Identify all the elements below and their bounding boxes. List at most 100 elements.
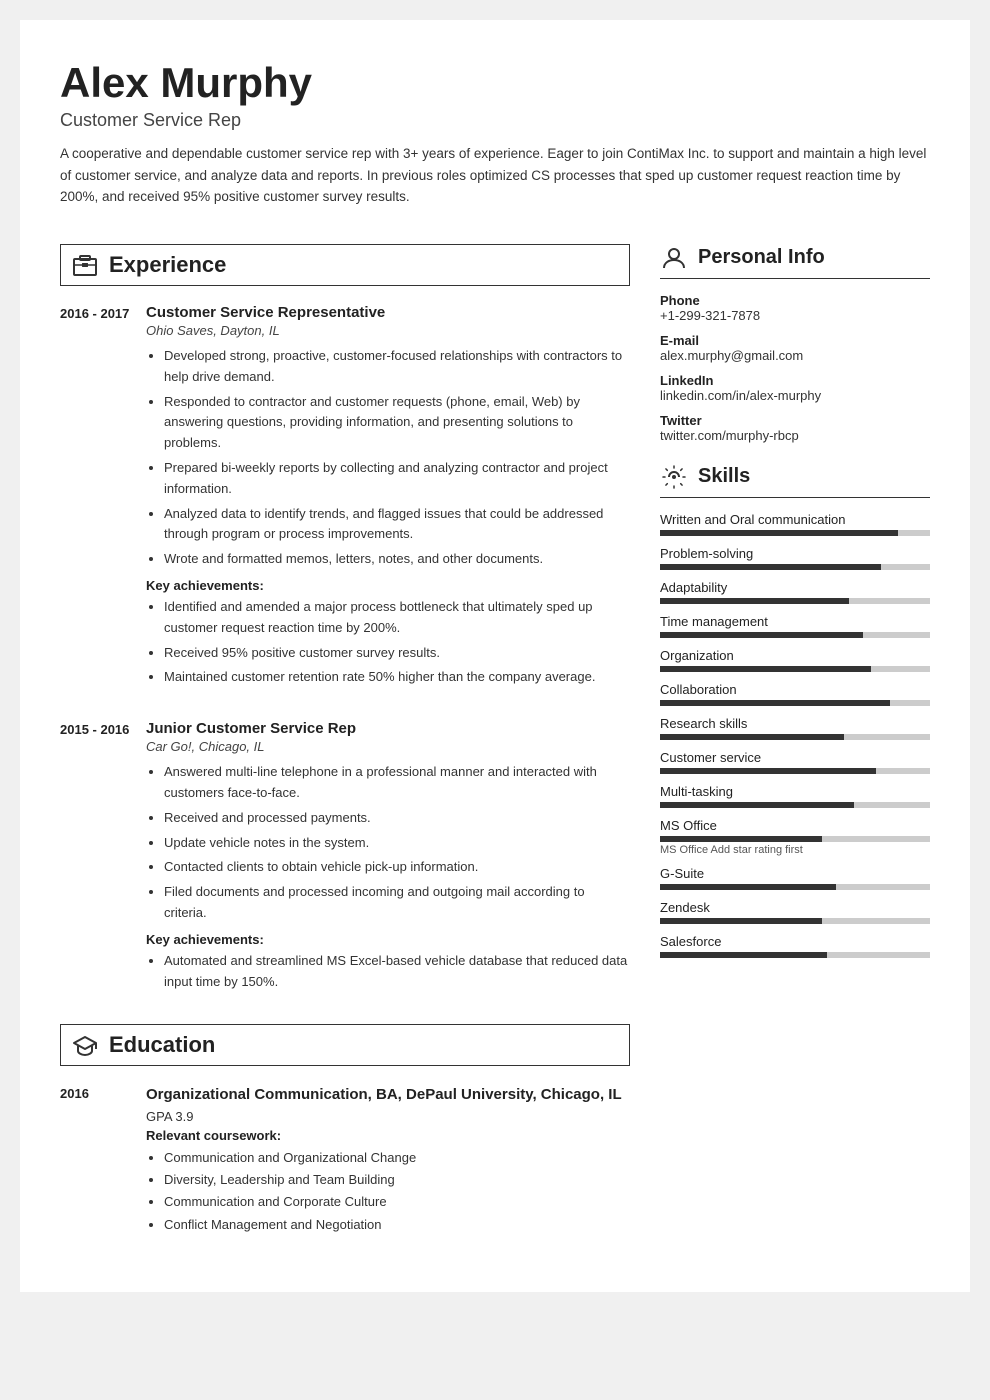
skills-icon [660,463,688,491]
skill-bar-fill-8 [660,802,854,808]
phone-label: Phone [660,293,930,308]
job-title-1: Junior Customer Service Rep [146,720,630,737]
skill-name-11: Zendesk [660,900,930,915]
list-item: Automated and streamlined MS Excel-based… [164,951,630,993]
summary-text: A cooperative and dependable customer se… [60,143,930,208]
achievements-list-0: Identified and amended a major process b… [146,597,630,688]
skill-name-0: Written and Oral communication [660,512,930,527]
main-content: Experience 2016 - 2017Customer Service R… [60,244,930,1252]
skills-header: Skills [660,463,930,498]
education-section-header: Education [60,1024,630,1066]
skill-name-8: Multi-tasking [660,784,930,799]
resume-container: Alex Murphy Customer Service Rep A coope… [20,20,970,1292]
job-bullets-1: Answered multi-line telephone in a profe… [146,762,630,924]
coursework-list-0: Communication and Organizational ChangeD… [146,1147,630,1235]
education-title: Education [109,1032,215,1058]
skill-item-2: Adaptability [660,580,930,604]
left-column: Experience 2016 - 2017Customer Service R… [60,244,630,1252]
list-item: Filed documents and processed incoming a… [164,882,630,924]
list-item: Prepared bi-weekly reports by collecting… [164,458,630,500]
skill-bar-fill-3 [660,632,863,638]
skill-bar-bg-12 [660,952,930,958]
skill-bar-bg-6 [660,734,930,740]
skill-item-6: Research skills [660,716,930,740]
twitter-label: Twitter [660,413,930,428]
job-block-0: 2016 - 2017Customer Service Representati… [60,304,630,696]
list-item: Responded to contractor and customer req… [164,392,630,454]
job-title-0: Customer Service Representative [146,304,630,321]
skill-bar-bg-0 [660,530,930,536]
education-list: 2016Organizational Communication, BA, De… [60,1084,630,1235]
skill-item-9: MS OfficeMS Office Add star rating first [660,818,930,856]
skill-item-7: Customer service [660,750,930,774]
job-details-1: Junior Customer Service Rep Car Go!, Chic… [146,720,630,1000]
skill-item-0: Written and Oral communication [660,512,930,536]
achievements-label-1: Key achievements: [146,932,630,947]
linkedin-value: linkedin.com/in/alex-murphy [660,388,930,403]
skill-item-1: Problem-solving [660,546,930,570]
skill-bar-fill-5 [660,700,890,706]
skill-name-10: G-Suite [660,866,930,881]
job-block-1: 2015 - 2016 Junior Customer Service Rep Ca… [60,720,630,1000]
list-item: Answered multi-line telephone in a profe… [164,762,630,804]
twitter-item: Twitter twitter.com/murphy-rbcp [660,413,930,443]
email-value: alex.murphy@gmail.com [660,348,930,363]
skill-bar-fill-1 [660,564,881,570]
personal-info-header: Personal Info [660,244,930,279]
skill-item-12: Salesforce [660,934,930,958]
job-bullets-0: Developed strong, proactive, customer-fo… [146,346,630,570]
jobs-list: 2016 - 2017Customer Service Representati… [60,304,630,1000]
list-item: Communication and Organizational Change [164,1147,630,1169]
personal-info-title: Personal Info [698,246,825,269]
coursework-label-0: Relevant coursework: [146,1128,630,1143]
experience-title: Experience [109,252,226,278]
skill-bar-bg-11 [660,918,930,924]
skill-bar-bg-1 [660,564,930,570]
list-item: Communication and Corporate Culture [164,1191,630,1213]
skill-bar-bg-7 [660,768,930,774]
achievements-label-0: Key achievements: [146,578,630,593]
email-item: E-mail alex.murphy@gmail.com [660,333,930,363]
linkedin-item: LinkedIn linkedin.com/in/alex-murphy [660,373,930,403]
phone-item: Phone +1-299-321-7878 [660,293,930,323]
skill-item-10: G-Suite [660,866,930,890]
skill-bar-bg-4 [660,666,930,672]
skill-bar-fill-9 [660,836,822,842]
education-icon [71,1031,99,1059]
skill-bar-bg-10 [660,884,930,890]
list-item: Update vehicle notes in the system. [164,833,630,854]
skill-name-7: Customer service [660,750,930,765]
email-label: E-mail [660,333,930,348]
list-item: Identified and amended a major process b… [164,597,630,639]
experience-icon [71,251,99,279]
skill-bar-fill-4 [660,666,871,672]
skill-bar-fill-12 [660,952,827,958]
achievements-list-1: Automated and streamlined MS Excel-based… [146,951,630,993]
skill-name-9: MS Office [660,818,930,833]
job-dates-1: 2015 - 2016 [60,720,130,1000]
edu-block-0: 2016Organizational Communication, BA, De… [60,1084,630,1235]
job-company-0: Ohio Saves, Dayton, IL [146,323,630,338]
skill-item-8: Multi-tasking [660,784,930,808]
skill-item-5: Collaboration [660,682,930,706]
skill-bar-bg-9 [660,836,930,842]
phone-value: +1-299-321-7878 [660,308,930,323]
list-item: Conflict Management and Negotiation [164,1214,630,1236]
skill-bar-fill-11 [660,918,822,924]
skills-list: Written and Oral communication Problem-so… [660,512,930,958]
list-item: Received and processed payments. [164,808,630,829]
skill-item-3: Time management [660,614,930,638]
job-company-1: Car Go!, Chicago, IL [146,739,630,754]
edu-gpa-0: GPA 3.9 [146,1109,630,1124]
edu-details-0: Organizational Communication, BA, DePaul… [146,1084,630,1235]
skill-item-11: Zendesk [660,900,930,924]
skill-bar-bg-3 [660,632,930,638]
skill-bar-bg-8 [660,802,930,808]
list-item: Contacted clients to obtain vehicle pick… [164,857,630,878]
skill-bar-fill-10 [660,884,836,890]
skill-bar-fill-7 [660,768,876,774]
experience-section-header: Experience [60,244,630,286]
skill-item-4: Organization [660,648,930,672]
skill-bar-fill-6 [660,734,844,740]
header-section: Alex Murphy Customer Service Rep A coope… [60,60,930,228]
